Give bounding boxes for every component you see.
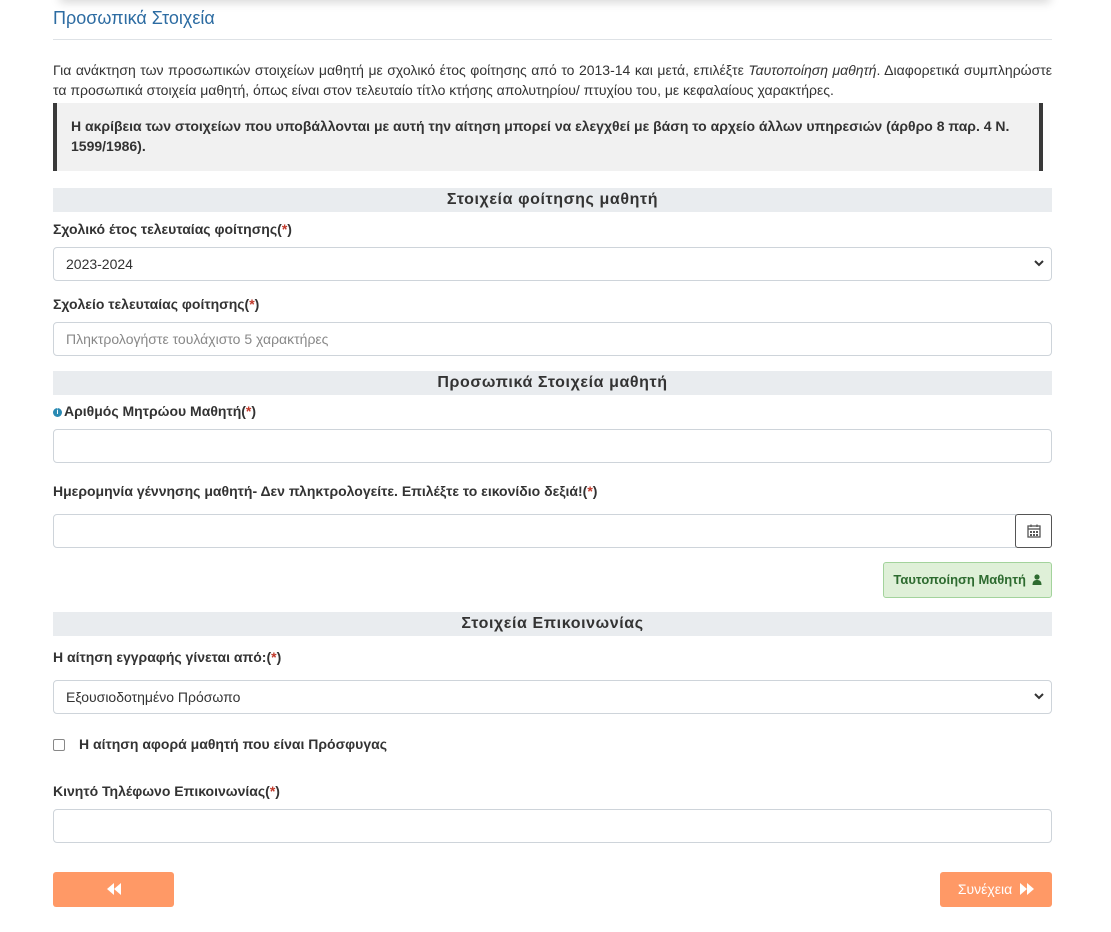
back-button[interactable]: [53, 872, 174, 907]
mobile-label: Κινητό Τηλέφωνο Επικοινωνίας(*): [53, 783, 280, 799]
refugee-label: Η αίτηση αφορά μαθητή που είναι Πρόσφυγα…: [79, 736, 387, 752]
continue-button[interactable]: Συνέχεια: [940, 872, 1052, 907]
continue-label: Συνέχεια: [957, 881, 1013, 897]
registry-input[interactable]: [53, 429, 1052, 463]
applicant-select[interactable]: Εξουσιοδοτημένο Πρόσωπο: [53, 680, 1052, 714]
identify-student-label: Ταυτοποίηση Μαθητή: [893, 572, 1026, 587]
intro-part-1: Για ανάκτηση των προσωπικών στοιχείων μα…: [53, 62, 749, 78]
section-personal-heading: Προσωπικά Στοιχεία μαθητή: [53, 371, 1052, 395]
page-title: Προσωπικά Στοιχεία: [53, 8, 215, 28]
school-input[interactable]: Πληκτρολογήστε τουλάχιστο 5 χαρακτήρες: [53, 322, 1052, 356]
school-year-select[interactable]: 2023-2024: [53, 247, 1052, 281]
chevron-down-icon: [1034, 260, 1044, 267]
calendar-icon: [1027, 524, 1041, 538]
applicant-label: Η αίτηση εγγραφής γίνεται από:(*): [53, 649, 282, 665]
mobile-input[interactable]: [53, 809, 1052, 843]
birthdate-label: Ημερομηνία γέννησης μαθητή- Δεν πληκτρολ…: [53, 483, 598, 499]
chevron-down-icon: [1034, 693, 1044, 700]
school-year-value: 2023-2024: [66, 256, 133, 272]
section-contact-heading: Στοιχεία Επικοινωνίας: [53, 612, 1052, 636]
double-chevron-left-icon: [106, 883, 121, 895]
school-placeholder: Πληκτρολογήστε τουλάχιστο 5 χαρακτήρες: [66, 331, 329, 347]
intro-emphasis: Ταυτοποίηση μαθητή: [748, 62, 877, 78]
section-attendance-heading: Στοιχεία φοίτησης μαθητή: [53, 188, 1052, 212]
calendar-button[interactable]: [1015, 514, 1052, 548]
registry-label: i Αριθμός Μητρώου Μαθητή(*): [53, 403, 256, 419]
applicant-value: Εξουσιοδοτημένο Πρόσωπο: [66, 689, 241, 705]
refugee-checkbox[interactable]: [53, 739, 65, 751]
user-icon: [1032, 574, 1042, 585]
school-year-label: Σχολικό έτος τελευταίας φοίτησης(*): [53, 221, 292, 237]
double-chevron-right-icon: [1020, 883, 1035, 895]
identify-student-button[interactable]: Ταυτοποίηση Μαθητή: [883, 562, 1052, 598]
birthdate-input[interactable]: [53, 514, 1016, 548]
school-label: Σχολείο τελευταίας φοίτησης(*): [53, 296, 260, 312]
intro-text: Για ανάκτηση των προσωπικών στοιχείων μα…: [53, 60, 1052, 100]
title-divider: [53, 39, 1052, 40]
notice-box: Η ακρίβεια των στοιχείων που υποβάλλοντα…: [53, 103, 1043, 171]
info-icon[interactable]: i: [53, 407, 62, 417]
